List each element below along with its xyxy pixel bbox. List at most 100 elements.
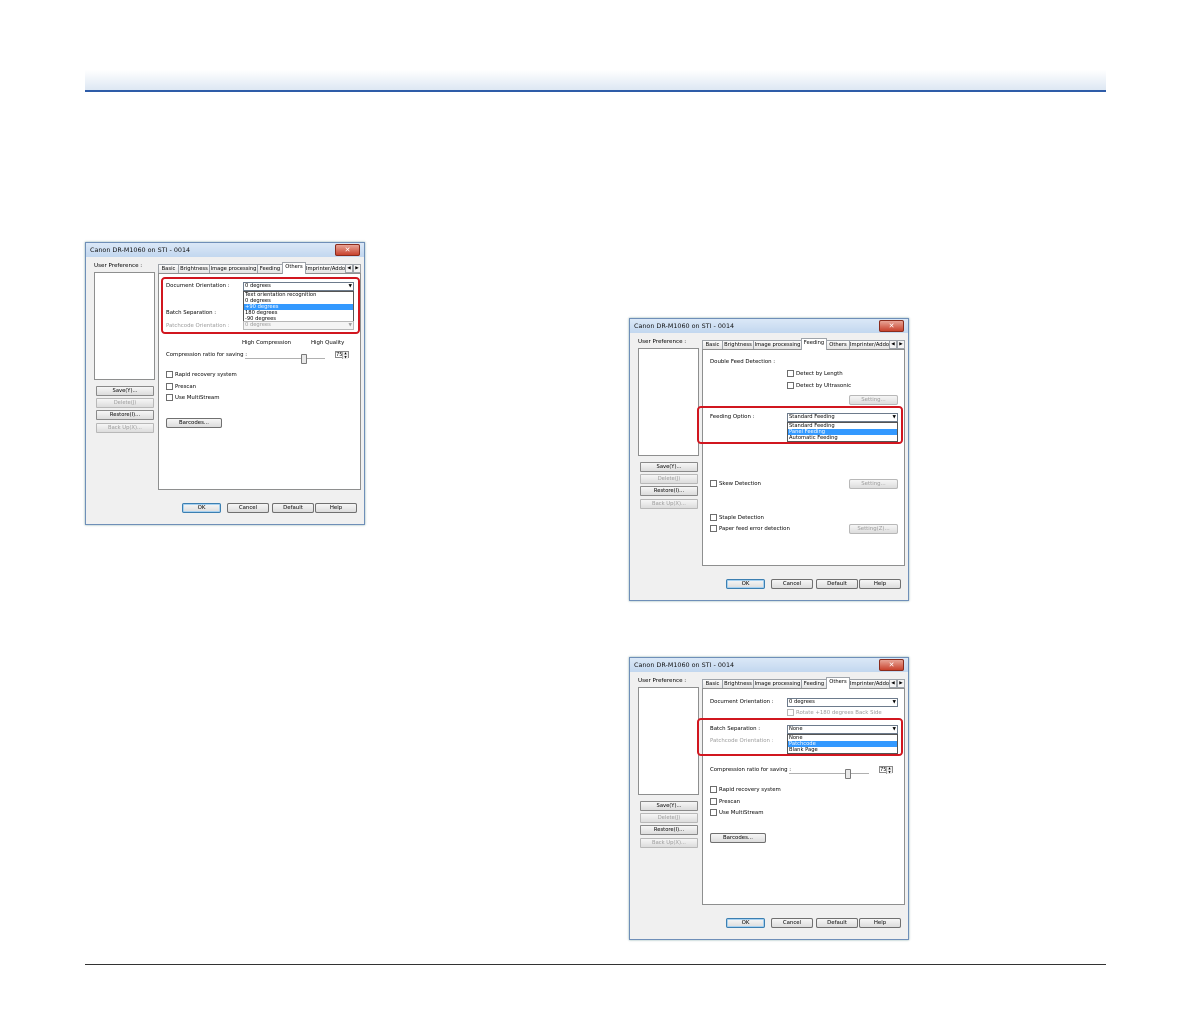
backup-button[interactable]: Back Up(X)... [640,499,698,509]
checkbox-prescan[interactable]: Prescan [166,383,196,390]
checkbox-skew-detection[interactable]: Skew Detection [710,480,761,487]
close-icon[interactable]: ✕ [879,659,904,671]
compression-slider-thumb[interactable] [301,354,307,364]
checkbox-box[interactable] [710,525,717,532]
compression-stepper[interactable]: 75 ▲ ▼ [335,351,349,359]
save-button[interactable]: Save(Y)... [640,801,698,811]
dialog-others-batch: Canon DR-M1060 on STI - 0014 ✕ User Pref… [629,657,909,940]
checkbox-box[interactable] [166,394,173,401]
ok-button[interactable]: OK [726,918,765,928]
backup-button[interactable]: Back Up(X)... [96,423,154,433]
ok-button[interactable]: OK [726,579,765,589]
ok-button[interactable]: OK [182,503,221,513]
cancel-button[interactable]: Cancel [227,503,269,513]
checkbox-detect-ultrasonic[interactable]: Detect by Ultrasonic [787,382,851,389]
delete-button[interactable]: Delete(J) [640,474,698,484]
compression-slider[interactable] [789,773,869,774]
cancel-button[interactable]: Cancel [771,579,813,589]
checkbox-label: Prescan [719,799,741,805]
checkbox-box[interactable] [710,480,717,487]
document-orientation-select[interactable]: 0 degrees ▼ [787,698,898,707]
spin-arrows-icon[interactable]: ▲ ▼ [886,766,892,774]
callout-highlight [697,718,903,756]
tab-feeding[interactable]: Feeding [801,679,827,688]
user-preference-list[interactable] [638,348,699,456]
save-button[interactable]: Save(Y)... [96,386,154,396]
checkbox-detect-length[interactable]: Detect by Length [787,370,843,377]
tab-brightness[interactable]: Brightness [722,340,754,349]
restore-button[interactable]: Restore(I)... [96,410,154,420]
default-button[interactable]: Default [272,503,314,513]
checkbox-box[interactable] [710,809,717,816]
tab-brightness[interactable]: Brightness [178,264,210,273]
checkbox-box[interactable] [787,370,794,377]
checkbox-paper-feed-error[interactable]: Paper feed error detection [710,525,790,532]
default-button[interactable]: Default [816,579,858,589]
tab-others[interactable]: Others [826,340,850,349]
checkbox-label: Rapid recovery system [175,372,237,378]
tab-feeding[interactable]: Feeding [801,338,827,350]
checkbox-multistream[interactable]: Use MultiStream [710,809,763,816]
checkbox-rotate-back-side[interactable]: Rotate +180 degrees Back Side [787,709,882,716]
checkbox-box[interactable] [710,786,717,793]
compression-slider-thumb[interactable] [845,769,851,779]
restore-button[interactable]: Restore(I)... [640,825,698,835]
checkbox-box[interactable] [787,709,794,716]
checkbox-box[interactable] [166,383,173,390]
tab-scroll-left-icon[interactable]: ◀ [889,340,897,349]
checkbox-label: Use MultiStream [175,395,220,401]
compression-stepper[interactable]: 75 ▲ ▼ [879,766,893,774]
tab-others[interactable]: Others [826,677,850,689]
checkbox-multistream[interactable]: Use MultiStream [166,394,219,401]
cancel-button[interactable]: Cancel [771,918,813,928]
help-button[interactable]: Help [859,579,901,589]
tab-image-processing[interactable]: Image processing [753,340,802,349]
tab-brightness[interactable]: Brightness [722,679,754,688]
help-button[interactable]: Help [859,918,901,928]
close-icon[interactable]: ✕ [879,320,904,332]
tab-scroll-right-icon[interactable]: ▶ [353,264,361,273]
spin-arrows-icon[interactable]: ▲ ▼ [342,351,348,359]
checkbox-prescan[interactable]: Prescan [710,798,740,805]
restore-button[interactable]: Restore(I)... [640,486,698,496]
delete-button[interactable]: Delete(J) [640,813,698,823]
user-preference-list[interactable] [638,687,699,795]
paper-feed-setting-button[interactable]: Setting(Z)... [849,524,898,534]
backup-button[interactable]: Back Up(X)... [640,838,698,848]
checkbox-label: Rotate +180 degrees Back Side [796,710,882,716]
user-preference-list[interactable] [94,272,155,380]
checkbox-rapid-recovery[interactable]: Rapid recovery system [710,786,781,793]
tab-scroll-left-icon[interactable]: ◀ [889,679,897,688]
tab-scroll-right-icon[interactable]: ▶ [897,679,905,688]
document-orientation-label: Document Orientation : [710,699,774,705]
checkbox-box[interactable] [710,514,717,521]
tab-imprinter[interactable]: Imprinter/Addo [305,264,346,273]
skew-setting-button[interactable]: Setting... [849,479,898,489]
checkbox-rapid-recovery[interactable]: Rapid recovery system [166,371,237,378]
checkbox-box[interactable] [710,798,717,805]
default-button[interactable]: Default [816,918,858,928]
checkbox-box[interactable] [166,371,173,378]
tab-imprinter[interactable]: Imprinter/Addo [849,679,890,688]
save-button[interactable]: Save(Y)... [640,462,698,472]
tab-basic[interactable]: Basic [702,679,723,688]
tab-feeding[interactable]: Feeding [257,264,283,273]
tab-scroll-right-icon[interactable]: ▶ [897,340,905,349]
tab-scroll-left-icon[interactable]: ◀ [345,264,353,273]
checkbox-box[interactable] [787,382,794,389]
barcodes-button[interactable]: Barcodes... [166,418,222,428]
tab-basic[interactable]: Basic [158,264,179,273]
tab-image-processing[interactable]: Image processing [753,679,802,688]
help-button[interactable]: Help [315,503,357,513]
double-feed-setting-button[interactable]: Setting... [849,395,898,405]
compression-slider[interactable] [245,358,325,359]
tab-basic[interactable]: Basic [702,340,723,349]
tab-image-processing[interactable]: Image processing [209,264,258,273]
tab-others[interactable]: Others [282,262,306,274]
checkbox-label: Use MultiStream [719,810,764,816]
delete-button[interactable]: Delete(J) [96,398,154,408]
close-icon[interactable]: ✕ [335,244,360,256]
checkbox-staple-detection[interactable]: Staple Detection [710,514,764,521]
barcodes-button[interactable]: Barcodes... [710,833,766,843]
tab-imprinter[interactable]: Imprinter/Addo [849,340,890,349]
